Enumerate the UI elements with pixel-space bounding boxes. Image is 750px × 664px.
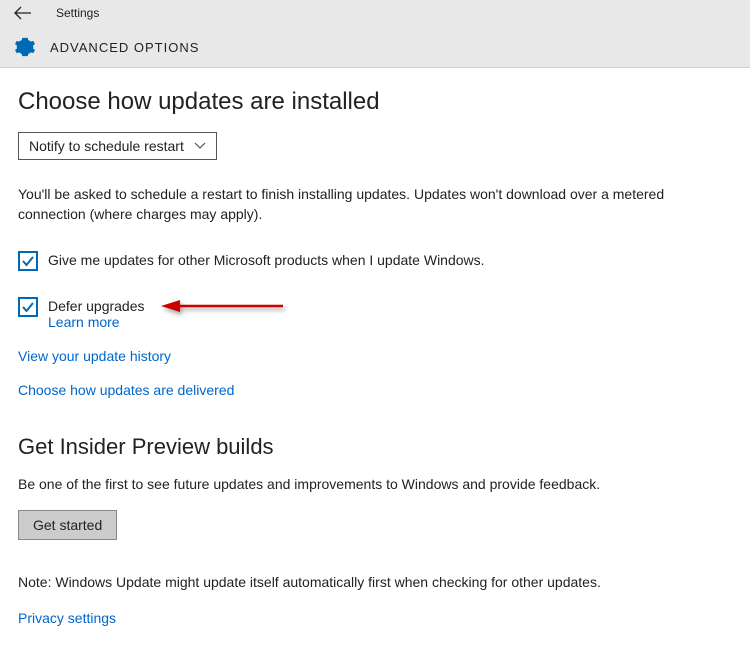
page-subtitle: ADVANCED OPTIONS [50, 40, 199, 55]
check-icon [21, 254, 35, 268]
get-started-button[interactable]: Get started [18, 510, 117, 540]
checkbox-label-defer: Defer upgrades [48, 297, 145, 314]
header-top: Settings [0, 0, 750, 26]
checkbox-row-microsoft-products: Give me updates for other Microsoft prod… [18, 251, 732, 271]
checkbox-row-defer: Defer upgrades Learn more [18, 297, 732, 330]
checkbox-microsoft-products[interactable] [18, 251, 38, 271]
note-text: Note: Windows Update might update itself… [18, 574, 732, 590]
chevron-down-icon [194, 142, 206, 150]
update-description: You'll be asked to schedule a restart to… [18, 184, 732, 225]
update-mode-dropdown[interactable]: Notify to schedule restart [18, 132, 217, 160]
content-area: Choose how updates are installed Notify … [0, 68, 750, 646]
header-bar: Settings ADVANCED OPTIONS [0, 0, 750, 68]
section-heading-updates: Choose how updates are installed [18, 88, 732, 116]
back-button[interactable] [14, 6, 32, 20]
checkbox-defer-upgrades[interactable] [18, 297, 38, 317]
annotation-arrow-icon [158, 294, 288, 322]
link-privacy-settings[interactable]: Privacy settings [18, 610, 732, 626]
section-heading-insider: Get Insider Preview builds [18, 434, 732, 460]
defer-block: Defer upgrades Learn more [48, 297, 145, 330]
back-arrow-icon [14, 6, 32, 20]
insider-description: Be one of the first to see future update… [18, 474, 732, 494]
gear-icon [14, 36, 36, 58]
window-title: Settings [56, 6, 99, 20]
dropdown-label: Notify to schedule restart [29, 138, 184, 154]
link-updates-delivered[interactable]: Choose how updates are delivered [18, 382, 732, 398]
link-update-history[interactable]: View your update history [18, 348, 732, 364]
header-sub: ADVANCED OPTIONS [0, 26, 750, 66]
learn-more-link[interactable]: Learn more [48, 314, 145, 330]
checkbox-label-microsoft-products: Give me updates for other Microsoft prod… [48, 251, 485, 268]
check-icon [21, 300, 35, 314]
